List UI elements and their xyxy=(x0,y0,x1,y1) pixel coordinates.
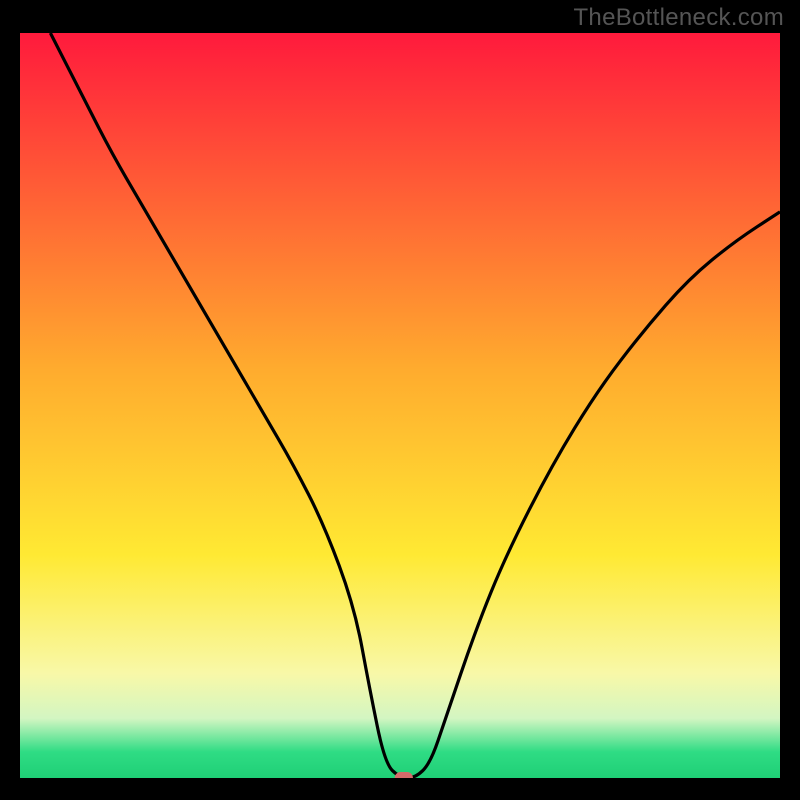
optimal-marker xyxy=(395,772,413,784)
gradient-background xyxy=(20,33,780,778)
watermark-text: TheBottleneck.com xyxy=(573,4,784,32)
chart-root: TheBottleneck.com xyxy=(0,0,800,800)
bottleneck-chart xyxy=(0,0,800,800)
